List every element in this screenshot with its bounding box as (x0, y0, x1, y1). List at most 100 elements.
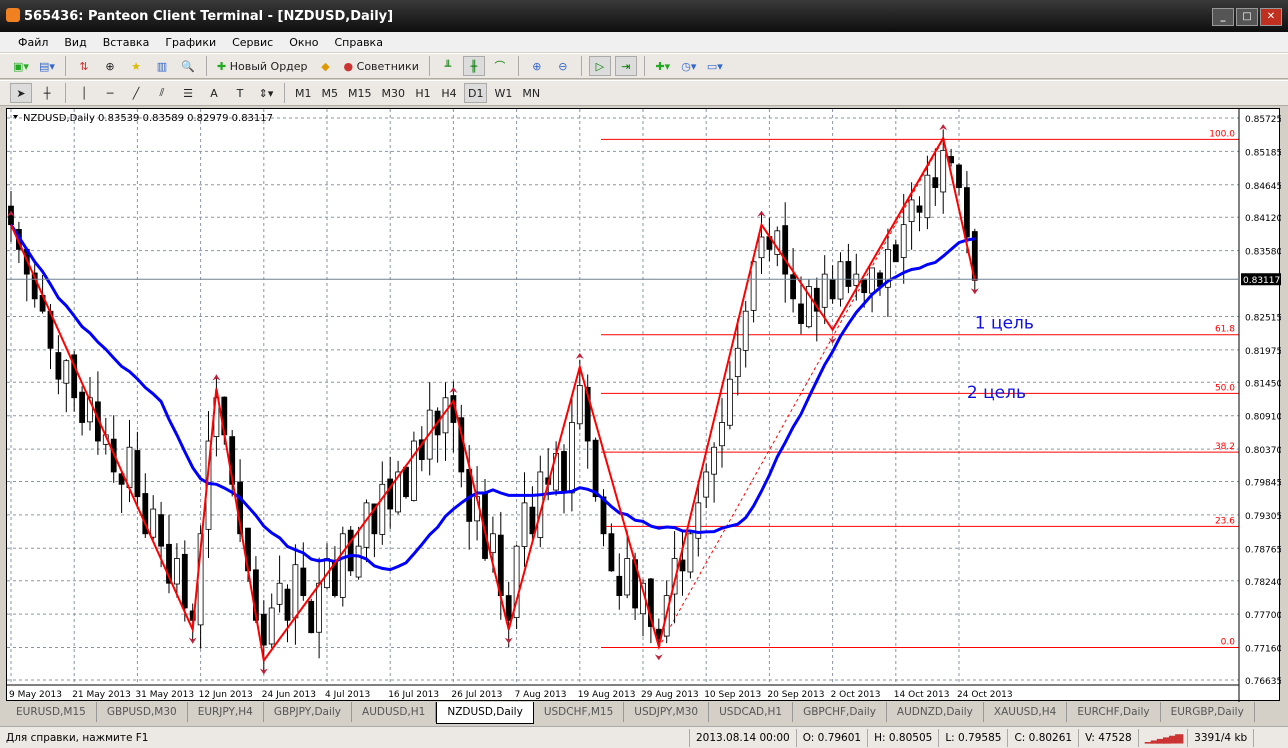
status-datetime: 2013.08.14 00:00 (690, 728, 797, 747)
tester-icon[interactable]: 🔍 (177, 56, 199, 76)
vertical-line-icon[interactable]: │ (73, 83, 95, 103)
bull-candle (150, 508, 157, 538)
bull-candle (703, 471, 710, 498)
tf-d1[interactable]: D1 (464, 83, 488, 103)
text-label-icon[interactable]: T (229, 83, 251, 103)
chart-canvas[interactable]: 100.0 61.8 50.0 38.2 23.6 0.0 0.85725 0.85185 0… (7, 109, 1282, 702)
chart-tab[interactable]: GBPUSD,M30 (97, 702, 188, 722)
fibonacci-icon[interactable]: ☰ (177, 83, 199, 103)
close-button[interactable]: ✕ (1260, 8, 1282, 26)
status-traffic: 3391/4 kb (1188, 728, 1255, 747)
chart-tab[interactable]: GBPCHF,Daily (793, 702, 887, 722)
chart-tab[interactable]: USDCAD,H1 (709, 702, 794, 722)
status-help: Для справки, нажмите F1 (0, 728, 690, 747)
new-chart-icon[interactable]: ▣▾ (10, 56, 32, 76)
price-tick-label: 0.80910 (1245, 413, 1281, 423)
chart-tab[interactable]: XAUUSD,H4 (984, 702, 1068, 722)
line-chart-icon[interactable]: ⌒ (489, 56, 511, 76)
bear-candle (529, 506, 536, 535)
tf-m15[interactable]: M15 (345, 83, 375, 103)
bear-candle (829, 279, 836, 300)
chart-tab[interactable]: EURGBP,Daily (1161, 702, 1255, 722)
price-tick-label: 0.81450 (1245, 379, 1281, 389)
chart-tab[interactable]: GBPJPY,Daily (264, 702, 353, 722)
menu-insert[interactable]: Вставка (95, 36, 158, 49)
fib-level-label: 0.0 (1221, 638, 1236, 648)
favorites-icon[interactable]: ★ (125, 56, 147, 76)
tf-w1[interactable]: W1 (491, 83, 515, 103)
menu-charts[interactable]: Графики (157, 36, 224, 49)
trendline-icon[interactable]: ╱ (125, 83, 147, 103)
chart-tab[interactable]: AUDUSD,H1 (352, 702, 437, 722)
bear-candle (79, 391, 85, 423)
horizontal-line-icon[interactable]: ─ (99, 83, 121, 103)
menu-bar: Файл Вид Вставка Графики Сервис Окно Спр… (0, 32, 1288, 52)
fib-level-label: 61.8 (1215, 325, 1235, 335)
menu-help[interactable]: Справка (326, 36, 390, 49)
warning-icon[interactable]: ◆ (315, 56, 337, 76)
time-tick-label: 7 Aug 2013 (515, 690, 567, 700)
price-tick-label: 0.79305 (1245, 512, 1281, 522)
bear-candle (782, 225, 789, 275)
time-tick-label: 24 Oct 2013 (957, 690, 1013, 700)
menu-view[interactable]: Вид (56, 36, 94, 49)
tf-m30[interactable]: M30 (379, 83, 409, 103)
bar-chart-icon[interactable]: ╨ (437, 56, 459, 76)
chart-tab[interactable]: EURCHF,Daily (1067, 702, 1161, 722)
menu-file[interactable]: Файл (10, 36, 56, 49)
templates-icon[interactable]: ▭▾ (704, 56, 726, 76)
chart-tab[interactable]: EURJPY,H4 (188, 702, 264, 722)
bull-candle (837, 261, 844, 300)
menu-tools[interactable]: Сервис (224, 36, 281, 49)
maximize-button[interactable]: □ (1236, 8, 1258, 26)
cursor-icon[interactable]: ➤ (10, 83, 32, 103)
chart-tab[interactable]: EURUSD,M15 (6, 702, 97, 722)
chart-tab[interactable]: AUDNZD,Daily (887, 702, 984, 722)
chart-tab[interactable]: USDCHF,M15 (534, 702, 625, 722)
autoscroll-icon[interactable]: ▷ (588, 56, 611, 76)
bear-candle (616, 575, 623, 597)
bull-candle (727, 378, 733, 426)
chart-shift-icon[interactable]: ⇥ (614, 56, 637, 76)
new-order-button[interactable]: ✚ Новый Ордер (214, 56, 311, 76)
chart-tab[interactable]: NZDUSD,Daily (436, 702, 534, 724)
bull-candle (750, 261, 757, 311)
time-tick-label: 21 May 2013 (72, 690, 131, 700)
indicators-icon[interactable]: ✚▾ (652, 56, 674, 76)
bull-candle (410, 440, 417, 501)
periods-icon[interactable]: ◷▾ (678, 56, 700, 76)
equidistant-channel-icon[interactable]: ⫽ (151, 83, 173, 103)
crosshair-data-icon[interactable]: ⊕ (99, 56, 121, 76)
minimize-button[interactable]: _ (1212, 8, 1234, 26)
price-tick-label: 0.85185 (1245, 148, 1281, 158)
bull-candle (173, 558, 180, 585)
crosshair-icon[interactable]: ┼ (36, 83, 58, 103)
bear-candle (845, 261, 852, 287)
bear-candle (134, 450, 141, 498)
time-tick-label: 20 Sep 2013 (767, 690, 824, 700)
tf-h4[interactable]: H4 (438, 83, 460, 103)
advisors-button[interactable]: ● Советники (341, 56, 422, 76)
fib-level-label: 50.0 (1215, 383, 1235, 393)
price-tick-label: 0.77160 (1245, 645, 1281, 655)
candlestick-icon[interactable]: ╫ (462, 56, 485, 76)
price-tick-label: 0.80370 (1245, 446, 1281, 456)
price-chart[interactable]: 100.0 61.8 50.0 38.2 23.6 0.0 0.85725 0.85185 0… (6, 108, 1282, 702)
price-tick-label: 0.84120 (1245, 214, 1281, 224)
tf-m1[interactable]: M1 (292, 83, 315, 103)
arrows-icon[interactable]: ⇕▾ (255, 83, 277, 103)
zoom-in-icon[interactable]: ⊕ (526, 56, 548, 76)
text-icon[interactable]: A (203, 83, 225, 103)
bull-candle (569, 422, 575, 494)
price-tick-label: 0.78240 (1245, 578, 1281, 588)
zoom-out-icon[interactable]: ⊖ (552, 56, 574, 76)
tf-h1[interactable]: H1 (412, 83, 434, 103)
menu-window[interactable]: Окно (281, 36, 326, 49)
tf-m5[interactable]: M5 (319, 83, 342, 103)
bull-candle (687, 533, 694, 573)
profiles-icon[interactable]: ▤▾ (36, 56, 58, 76)
terminal-icon[interactable]: ▥ (151, 56, 173, 76)
chart-tab[interactable]: USDJPY,M30 (624, 702, 710, 722)
market-watch-icon[interactable]: ⇅ (73, 56, 95, 76)
tf-mn[interactable]: MN (519, 83, 543, 103)
